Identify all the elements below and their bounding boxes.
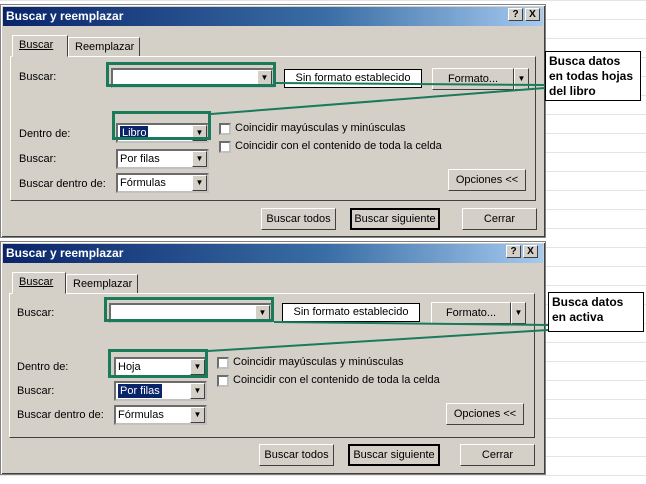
tab-buscar[interactable]: Buscar <box>12 35 68 57</box>
tab-buscar-label: Buscar <box>19 39 54 51</box>
callout-top: Busca datos en todas hojas del libro <box>545 51 641 101</box>
callout-bottom-text: Busca datos en activa <box>552 295 624 324</box>
callout-top-text: Busca datos en todas hojas del libro <box>549 54 634 98</box>
tab-buscar[interactable]: Buscar <box>12 272 66 294</box>
callout-bottom: Busca datos en activa <box>548 292 644 332</box>
tab-buscar-label: Buscar <box>19 276 54 288</box>
